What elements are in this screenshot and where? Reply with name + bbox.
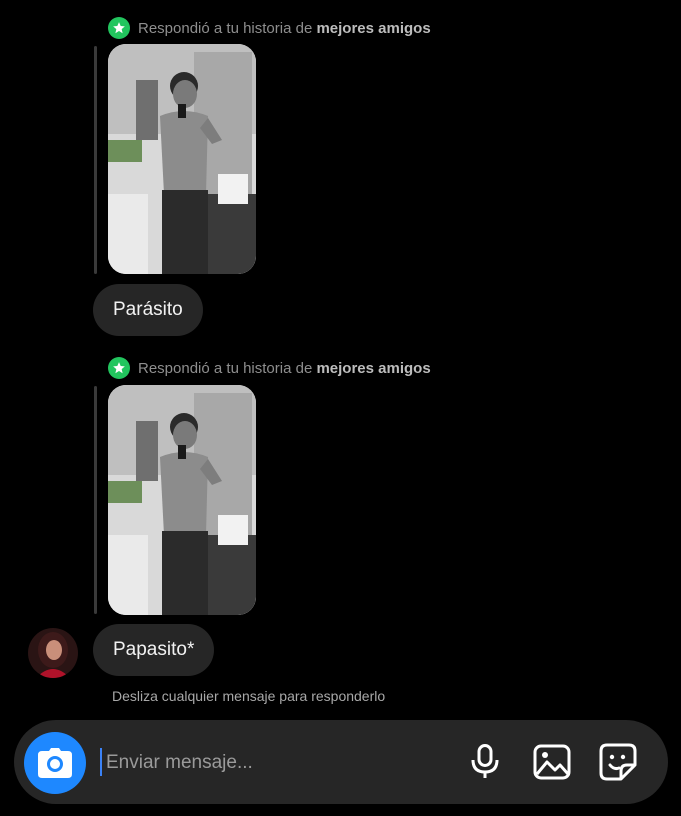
sticker-button[interactable] [596, 740, 640, 784]
best-friends-star-icon [108, 357, 130, 379]
gallery-icon [533, 744, 571, 780]
story-thumbnail[interactable] [108, 385, 256, 615]
story-reply-header: Respondió a tu historia de mejores amigo… [108, 17, 431, 39]
microphone-button[interactable] [463, 740, 507, 784]
reply-prefix: Respondió a tu historia de [138, 359, 317, 377]
reply-story-type: mejores amigos [316, 19, 431, 37]
message-text: Papasito* [113, 639, 195, 660]
message-bubble[interactable]: Papasito* [93, 624, 215, 676]
story-thumbnail[interactable] [108, 44, 256, 274]
reply-indicator-line [94, 386, 97, 614]
message-text: Parásito [113, 299, 183, 320]
text-caret [100, 748, 102, 776]
story-reply-header: Respondió a tu historia de mejores amigo… [108, 357, 431, 379]
gallery-button[interactable] [530, 740, 574, 784]
message-bubble[interactable]: Parásito [93, 284, 203, 336]
reply-prefix: Respondió a tu historia de [138, 19, 317, 37]
message-input[interactable] [104, 744, 438, 782]
camera-button[interactable] [24, 732, 86, 794]
reply-indicator-line [94, 46, 97, 274]
camera-icon [38, 748, 72, 778]
swipe-hint: Desliza cualquier mensaje para responder… [112, 688, 386, 704]
message-composer [14, 720, 668, 804]
reply-story-type: mejores amigos [316, 359, 431, 377]
microphone-icon [471, 744, 499, 778]
best-friends-star-icon [108, 17, 130, 39]
avatar[interactable] [28, 628, 78, 678]
sticker-icon [599, 743, 637, 781]
